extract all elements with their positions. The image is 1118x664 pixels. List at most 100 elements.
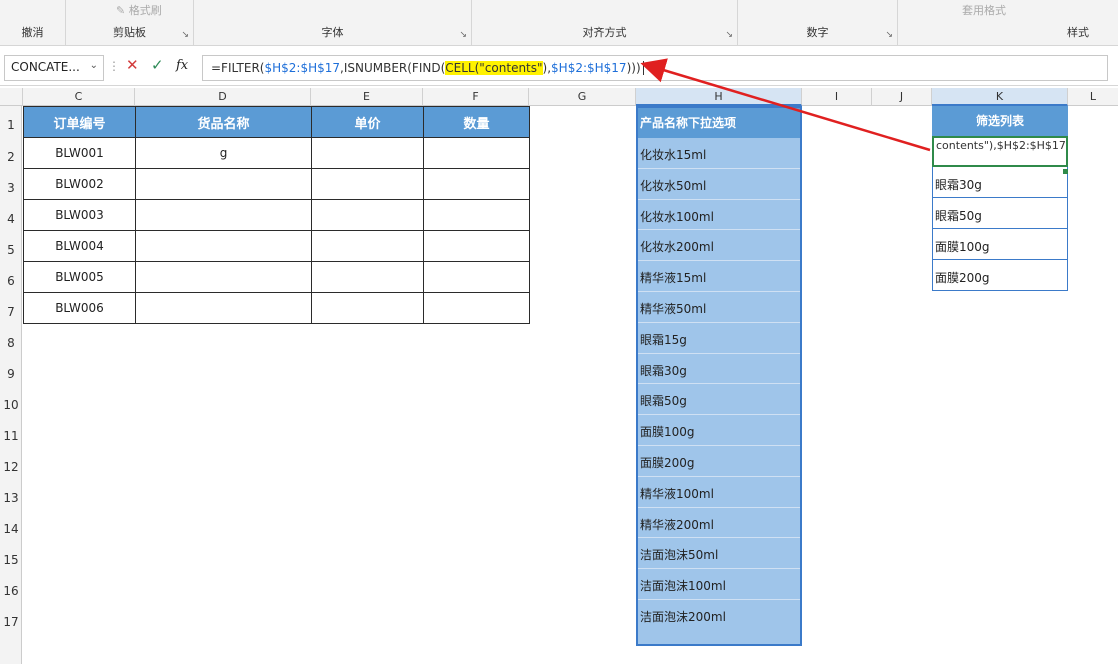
- column-header[interactable]: L: [1068, 88, 1118, 106]
- table-cell[interactable]: [311, 292, 424, 324]
- row-header[interactable]: 17: [0, 615, 22, 629]
- formula-bar: CONCATE... ⌄ ⋮ ✕ ✓ fx =FILTER($H$2:$H$17…: [0, 50, 1118, 86]
- ribbon-group-undo[interactable]: 撤消: [0, 0, 66, 46]
- table-cell[interactable]: [135, 261, 312, 293]
- row-header[interactable]: 1: [0, 118, 22, 132]
- table-cell[interactable]: [423, 261, 530, 293]
- list-item[interactable]: 眼霜50g: [932, 198, 1068, 229]
- table-cell[interactable]: [311, 199, 424, 231]
- table-header-cell[interactable]: 数量: [423, 106, 530, 138]
- active-cell-editor[interactable]: contents"),$H$2:$H$17))): [932, 136, 1068, 167]
- list-item[interactable]: 化妆水15ml: [638, 138, 800, 169]
- column-header[interactable]: I: [802, 88, 872, 106]
- product-list-range[interactable]: 产品名称下拉选项 化妆水15ml 化妆水50ml 化妆水100ml 化妆水200…: [636, 106, 802, 646]
- product-list-header[interactable]: 产品名称下拉选项: [638, 108, 800, 138]
- list-item[interactable]: 精华液200ml: [638, 508, 800, 539]
- dialog-launcher-icon[interactable]: ↘: [181, 30, 189, 40]
- ribbon-group-styles: 套用格式 样式: [898, 0, 1118, 46]
- table-cell[interactable]: [135, 292, 312, 324]
- dialog-launcher-icon[interactable]: ↘: [725, 30, 733, 40]
- row-header[interactable]: 8: [0, 336, 22, 350]
- table-cell[interactable]: [423, 168, 530, 200]
- row-header[interactable]: 12: [0, 460, 22, 474]
- list-item[interactable]: 洁面泡沫100ml: [638, 569, 800, 600]
- list-item[interactable]: 眼霜15g: [638, 323, 800, 354]
- table-cell[interactable]: BLW003: [23, 199, 136, 231]
- table-cell[interactable]: [423, 230, 530, 262]
- row-header[interactable]: 15: [0, 553, 22, 567]
- table-cell[interactable]: BLW001: [23, 137, 136, 169]
- table-cell[interactable]: [423, 199, 530, 231]
- list-item[interactable]: 面膜200g: [932, 260, 1068, 291]
- spreadsheet-grid: C D E F G H I J K L 1 2 3 4 5 6 7 8 9 10…: [0, 88, 1118, 664]
- row-header[interactable]: 10: [0, 398, 22, 412]
- list-item[interactable]: 洁面泡沫50ml: [638, 538, 800, 570]
- row-header[interactable]: 2: [0, 150, 22, 164]
- table-cell[interactable]: [135, 230, 312, 262]
- name-box[interactable]: CONCATE... ⌄: [4, 55, 104, 81]
- formula-input[interactable]: =FILTER($H$2:$H$17,ISNUMBER(FIND(CELL("c…: [202, 55, 1108, 81]
- column-header[interactable]: D: [135, 88, 311, 106]
- cancel-icon[interactable]: ✕: [126, 56, 139, 74]
- table-cell[interactable]: [311, 230, 424, 262]
- row-header[interactable]: 3: [0, 181, 22, 195]
- list-item[interactable]: 精华液100ml: [638, 477, 800, 508]
- column-header[interactable]: C: [23, 88, 135, 106]
- table-cell[interactable]: [423, 292, 530, 324]
- format-painter-button[interactable]: ✎ 格式刷: [116, 2, 162, 18]
- list-item[interactable]: 化妆水200ml: [638, 230, 800, 262]
- list-item[interactable]: 精华液15ml: [638, 261, 800, 292]
- column-header[interactable]: G: [529, 88, 636, 106]
- row-header[interactable]: 6: [0, 274, 22, 288]
- list-item[interactable]: 面膜100g: [638, 415, 800, 446]
- row-header[interactable]: 4: [0, 212, 22, 226]
- list-item[interactable]: 化妆水100ml: [638, 200, 800, 231]
- table-cell[interactable]: BLW004: [23, 230, 136, 262]
- list-item[interactable]: 化妆水50ml: [638, 169, 800, 200]
- ribbon-group-label: 数字: [806, 26, 829, 39]
- insert-function-button[interactable]: fx: [176, 58, 188, 73]
- chevron-down-icon[interactable]: ⌄: [90, 60, 98, 71]
- column-header[interactable]: F: [423, 88, 529, 106]
- table-cell[interactable]: BLW002: [23, 168, 136, 200]
- column-header[interactable]: J: [872, 88, 932, 106]
- table-cell[interactable]: g: [135, 137, 312, 169]
- table-header-cell[interactable]: 订单编号: [23, 106, 136, 138]
- dialog-launcher-icon[interactable]: ↘: [885, 30, 893, 40]
- dialog-launcher-icon[interactable]: ↘: [459, 30, 467, 40]
- column-header[interactable]: H: [636, 88, 802, 106]
- row-header[interactable]: 11: [0, 429, 22, 443]
- table-cell[interactable]: [311, 168, 424, 200]
- row-header[interactable]: 5: [0, 243, 22, 257]
- list-item[interactable]: 眼霜50g: [638, 384, 800, 416]
- table-cell[interactable]: [311, 137, 424, 169]
- list-item[interactable]: 眼霜30g: [638, 354, 800, 385]
- table-cell[interactable]: [311, 261, 424, 293]
- row-header[interactable]: 7: [0, 305, 22, 319]
- ribbon-group-label: 对齐方式: [582, 26, 627, 39]
- table-cell[interactable]: BLW005: [23, 261, 136, 293]
- column-header[interactable]: E: [311, 88, 423, 106]
- table-header-cell[interactable]: 单价: [311, 106, 424, 138]
- table-format-button[interactable]: 套用格式: [962, 2, 1006, 18]
- list-item[interactable]: 面膜100g: [932, 229, 1068, 260]
- fill-handle[interactable]: [1063, 169, 1068, 174]
- filter-list-header[interactable]: 筛选列表: [932, 106, 1068, 136]
- table-cell[interactable]: [135, 168, 312, 200]
- list-item[interactable]: 眼霜30g: [932, 167, 1068, 198]
- table-header-cell[interactable]: 货品名称: [135, 106, 312, 138]
- enter-icon[interactable]: ✓: [151, 56, 164, 74]
- table-cell[interactable]: [135, 199, 312, 231]
- row-header[interactable]: 9: [0, 367, 22, 381]
- row-header[interactable]: 14: [0, 522, 22, 536]
- row-header[interactable]: 16: [0, 584, 22, 598]
- list-item[interactable]: 洁面泡沫200ml: [638, 600, 800, 631]
- column-header[interactable]: K: [932, 88, 1068, 106]
- table-cell[interactable]: BLW006: [23, 292, 136, 324]
- row-header[interactable]: 13: [0, 491, 22, 505]
- select-all-corner[interactable]: [0, 88, 23, 106]
- order-table: 订单编号 货品名称 单价 数量 BLW001 g BLW002 BLW003 B…: [23, 106, 530, 324]
- table-cell[interactable]: [423, 137, 530, 169]
- list-item[interactable]: 面膜200g: [638, 446, 800, 477]
- list-item[interactable]: 精华液50ml: [638, 292, 800, 323]
